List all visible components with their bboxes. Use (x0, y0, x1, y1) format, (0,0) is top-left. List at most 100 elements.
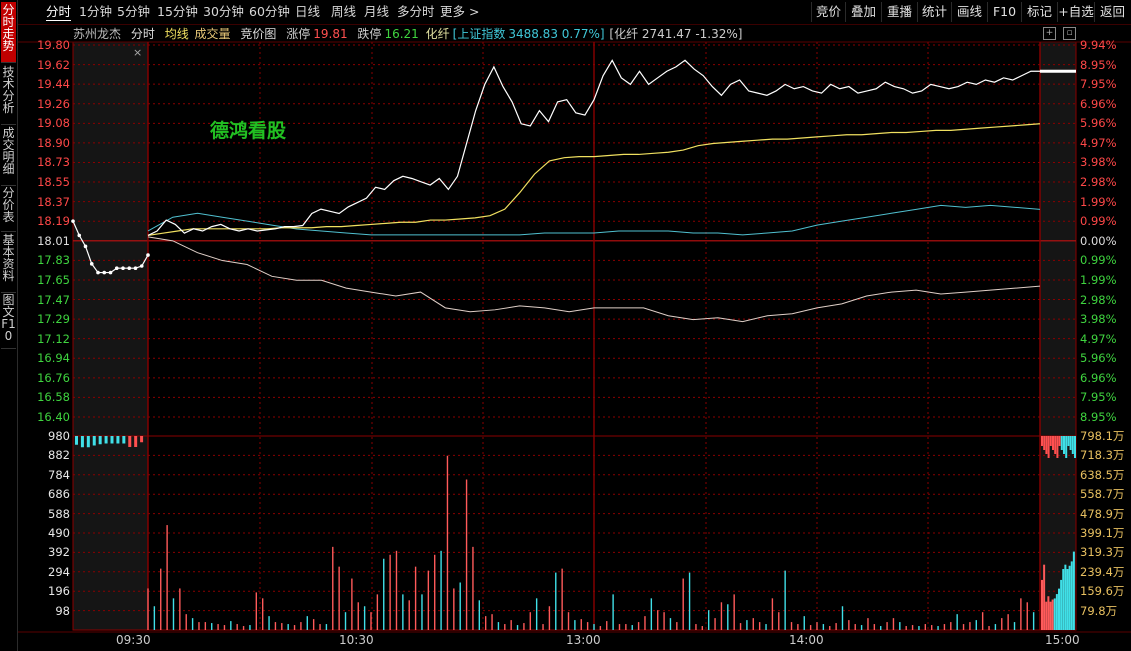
close-auction-bar (1054, 436, 1057, 454)
price-tick-label: 19.08 (37, 116, 70, 131)
toolbar-button-3[interactable]: 统计 (917, 2, 951, 22)
pct-tick-label: 4.97% (1080, 135, 1117, 150)
price-tick-label: 16.58 (37, 390, 70, 405)
side-tab-5[interactable]: 图文F10 (1, 292, 16, 349)
side-tab-0[interactable]: 分时走势 (1, 2, 16, 63)
close-volume-bar (1072, 551, 1075, 630)
volume-tick-label: 980 (48, 429, 70, 443)
close-icon[interactable]: × (133, 46, 142, 59)
price-tick-label: 18.90 (37, 135, 70, 150)
volume-tick-label: 294 (48, 564, 70, 579)
intraday-chart[interactable] (0, 0, 1131, 651)
tab-6[interactable]: 日线 (295, 4, 320, 20)
limit-up-label: 涨停 (286, 27, 311, 41)
close-volume-bar (1047, 596, 1050, 630)
mode-label[interactable]: 分时 (131, 27, 155, 41)
auction-volume-bar (104, 436, 108, 444)
close-volume-bar (1051, 599, 1054, 630)
close-volume-bar (1060, 579, 1063, 630)
auction-volume-bar (86, 436, 90, 448)
toolbar-button-7[interactable]: +自选 (1057, 2, 1094, 22)
volume-amount-label: 159.6万 (1080, 584, 1125, 599)
auction-chart-label[interactable]: 竞价图 (240, 27, 276, 41)
toolbar-button-0[interactable]: 竞价 (811, 2, 845, 22)
tab-4[interactable]: 30分钟 (203, 4, 244, 20)
close-volume-bar (1062, 569, 1065, 630)
volume-amount-label: 79.8万 (1080, 603, 1118, 618)
tab-9[interactable]: 多分时 (397, 4, 435, 20)
auction-volume-bar (98, 436, 102, 445)
stock-name: 苏州龙杰 (73, 27, 122, 41)
tab-2[interactable]: 5分钟 (117, 4, 150, 20)
side-tab-3[interactable]: 分价表 (1, 185, 16, 232)
pct-tick-label: 9.94% (1080, 38, 1117, 52)
close-volume-bar (1055, 594, 1058, 630)
price-tick-label: 17.65 (37, 272, 70, 287)
price-tick-label: 16.40 (37, 410, 70, 424)
tab-0[interactable]: 分时 (46, 4, 72, 21)
pct-tick-label: 1.99% (1080, 272, 1117, 287)
time-label: 14:00 (789, 633, 824, 647)
pct-tick-label: 0.00% (1080, 233, 1117, 248)
tab-10[interactable]: 更多 > (440, 4, 479, 20)
close-auction-bar (1058, 436, 1061, 446)
volume-tick-label: 98 (55, 603, 70, 618)
toolbar-button-6[interactable]: 标记 (1021, 2, 1057, 22)
close-auction-bar (1049, 436, 1052, 446)
avg-line-label[interactable]: 均线 (165, 27, 189, 41)
close-auction-bar (1056, 436, 1059, 458)
settings-icon[interactable]: ▫ (1063, 27, 1076, 40)
tab-1[interactable]: 1分钟 (79, 4, 112, 20)
price-tick-label: 19.80 (37, 38, 70, 52)
toolbar-button-4[interactable]: 画线 (951, 2, 987, 22)
pct-tick-label: 6.96% (1080, 96, 1117, 111)
tab-3[interactable]: 15分钟 (157, 4, 198, 20)
pct-tick-label: 6.96% (1080, 370, 1117, 385)
close-volume-bar (1058, 588, 1060, 630)
watermark-text: 德鸿看股 (210, 120, 287, 142)
volume-tick-label: 784 (48, 467, 70, 482)
sector-info: [化纤 2741.47 -1.32%] (609, 27, 743, 41)
volume-label[interactable]: 成交量 (195, 27, 231, 41)
side-tab-1[interactable]: 技术分析 (1, 64, 16, 125)
auction-volume-bar (134, 436, 138, 447)
limit-up-value: 19.81 (313, 27, 348, 41)
auction-price-point (102, 270, 107, 275)
close-volume-bar (1066, 569, 1069, 630)
auction-bg-right (1040, 42, 1076, 630)
volume-amount-label: 399.1万 (1080, 526, 1125, 540)
toolbar-button-2[interactable]: 重播 (881, 2, 917, 22)
pct-tick-label: 8.95% (1080, 57, 1117, 72)
time-label: 13:00 (566, 633, 601, 647)
close-auction-bar (1041, 436, 1043, 446)
price-tick-label: 18.37 (37, 194, 70, 209)
volume-tick-label: 882 (48, 448, 70, 463)
add-icon[interactable]: + (1043, 27, 1056, 40)
side-tab-2[interactable]: 成交明细 (1, 125, 16, 186)
price-tick-label: 17.83 (37, 253, 70, 268)
toolbar-button-1[interactable]: 叠加 (845, 2, 881, 22)
pct-tick-label: 0.99% (1080, 214, 1117, 229)
stock-info-bar: 苏州龙杰 分时 均线 成交量 竞价图 涨停 19.81 跌停 16.21 化纤 [上证… (73, 26, 748, 42)
auction-price-point (83, 244, 88, 249)
toolbar-button-5[interactable]: F10 (987, 2, 1021, 22)
price-tick-label: 18.01 (37, 233, 70, 248)
close-volume-bar (1070, 561, 1073, 630)
toolbar-button-8[interactable]: 返回 (1094, 2, 1130, 22)
auction-price-point (89, 262, 94, 266)
close-auction-bar (1071, 436, 1074, 454)
auction-volume-bar (122, 436, 126, 444)
volume-tick-label: 392 (48, 545, 70, 560)
tab-8[interactable]: 月线 (364, 4, 389, 20)
pct-tick-label: 2.98% (1080, 175, 1117, 190)
close-auction-bar (1045, 436, 1048, 454)
tab-5[interactable]: 60分钟 (249, 4, 290, 20)
limit-down-label: 跌停 (357, 27, 382, 41)
price-tick-label: 18.55 (37, 175, 70, 190)
volume-tick-label: 686 (48, 487, 70, 502)
pct-tick-label: 5.96% (1080, 116, 1117, 131)
close-volume-bar (1045, 601, 1048, 630)
price-tick-label: 19.44 (37, 77, 70, 92)
tab-7[interactable]: 周线 (331, 4, 356, 20)
side-tab-4[interactable]: 基本资料 (1, 232, 16, 293)
